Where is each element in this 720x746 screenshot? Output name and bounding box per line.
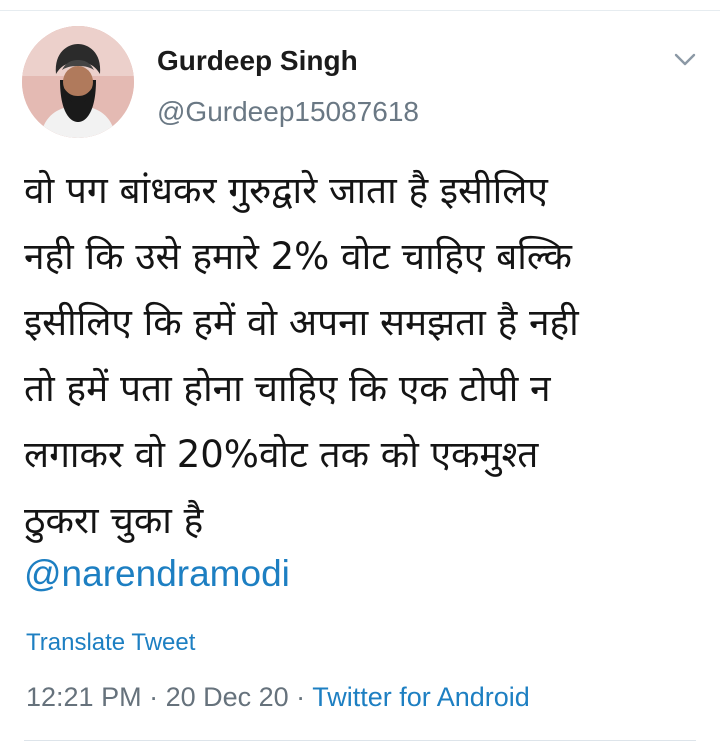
translate-tweet-link[interactable]: Translate Tweet — [26, 628, 195, 658]
author-handle[interactable]: @Gurdeep15087618 — [157, 95, 419, 129]
author-block[interactable]: Gurdeep Singh @Gurdeep15087618 — [157, 44, 419, 129]
meta-separator: · — [288, 682, 313, 712]
tweet-card: Gurdeep Singh @Gurdeep15087618 वो पग बां… — [0, 0, 720, 746]
avatar-image — [22, 26, 134, 138]
top-divider — [0, 0, 720, 11]
mention-link[interactable]: @narendramodi — [24, 551, 290, 597]
bottom-divider — [24, 740, 696, 741]
chevron-down-icon[interactable] — [673, 52, 697, 68]
avatar[interactable] — [22, 26, 134, 138]
tweet-date: 20 Dec 20 — [165, 682, 289, 712]
tweet-text: वो पग बांधकर गुरुद्वारे जाता है इसीलिए न… — [24, 169, 579, 542]
author-name[interactable]: Gurdeep Singh — [157, 44, 419, 78]
meta-separator: · — [141, 682, 166, 712]
tweet-source-link[interactable]: Twitter for Android — [312, 682, 530, 712]
tweet-time: 12:21 PM — [26, 682, 142, 712]
tweet-meta: 12:21 PM · 20 Dec 20 · Twitter for Andro… — [26, 680, 530, 714]
